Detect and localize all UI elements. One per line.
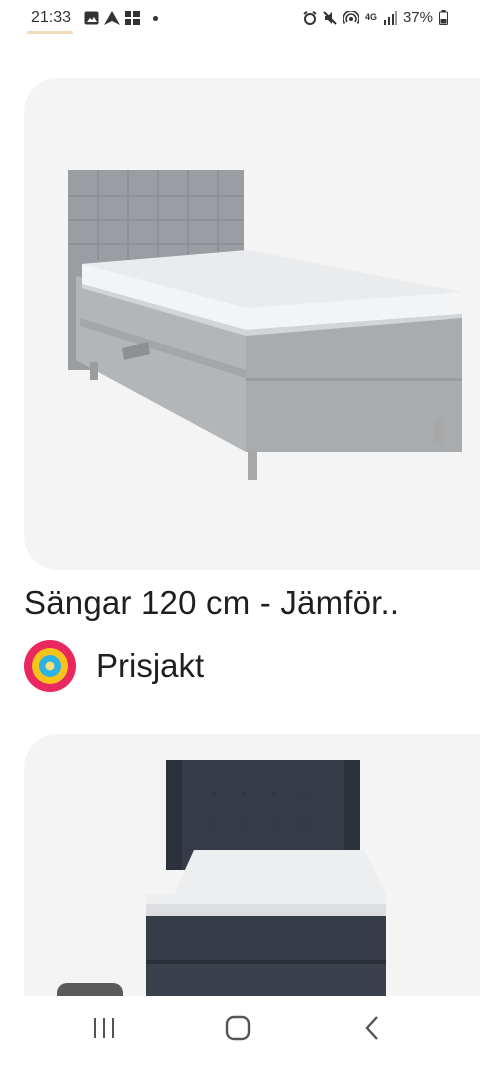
4g-icon: 4G [364,12,377,22]
battery-icon [439,10,448,25]
dark-continental-bed-image [146,760,386,996]
result-title[interactable]: Sängar 120 cm - Jämför.. [24,584,480,622]
app-grid-icon [125,11,140,25]
source-name: Prisjakt [96,647,205,684]
battery-percent: 37% [402,9,433,26]
home-button[interactable] [218,1014,258,1042]
source-row[interactable]: Prisjakt [24,640,204,692]
dot-icon [153,15,158,21]
navigation-bar [0,996,480,1067]
gallery-icon [84,11,99,25]
back-icon [365,1016,378,1040]
result-image-dark-bed[interactable] [24,734,480,996]
status-bar: 21:33 4G 37% [0,0,480,36]
signal-icon [383,10,397,25]
status-right: 4G 37% [303,9,448,26]
back-button[interactable] [352,1014,392,1042]
prisjakt-logo-icon [24,640,76,692]
recent-apps-button[interactable] [84,1014,124,1042]
result-image-grey-bed[interactable] [24,78,480,570]
grey-continental-bed-image [68,170,462,480]
alarm-icon [303,10,317,25]
time-underline [27,31,73,34]
status-time: 21:33 [31,9,72,26]
recent-apps-icon [94,1018,114,1038]
status-left-icons [84,10,158,26]
hotspot-icon [342,10,359,24]
home-icon [225,1015,251,1041]
navigation-icon [104,11,120,25]
mute-icon [323,10,337,25]
scroll-handle[interactable] [57,983,123,997]
